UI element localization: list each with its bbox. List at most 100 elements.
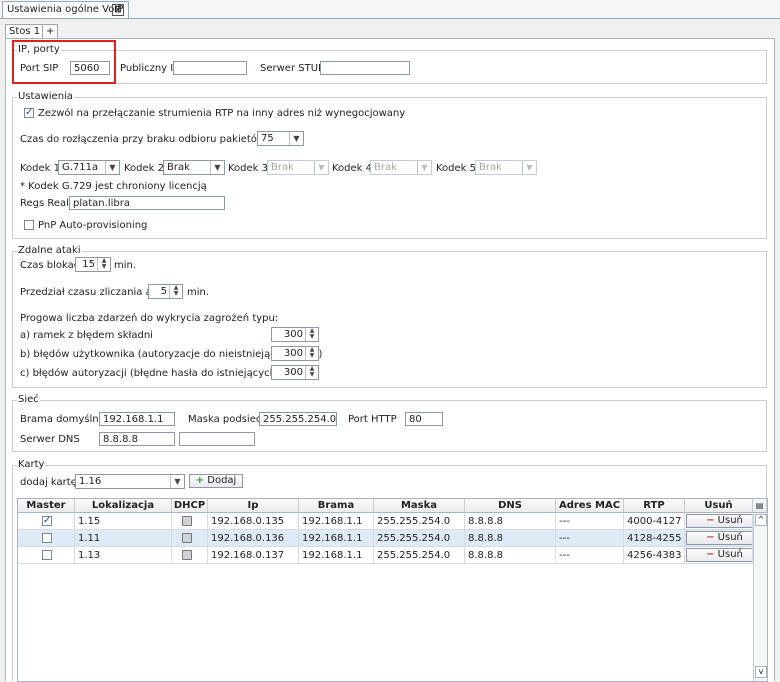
rtp-switch-checkbox[interactable]: ✓ <box>24 108 34 118</box>
stepper-arrows-icon[interactable]: ▲ ▼ <box>305 366 318 379</box>
cell-mac: --- <box>556 530 624 547</box>
dhcp-checkbox[interactable] <box>182 533 192 543</box>
pnp-checkbox[interactable] <box>24 220 34 230</box>
add-card-button-label: Dodaj <box>207 475 237 486</box>
remove-button[interactable]: − Usuń <box>686 531 752 545</box>
rtp-switch-label: Zezwól na przełączanie strumienia RTP na… <box>38 108 406 119</box>
stepper-arrows-icon[interactable]: ▲ ▼ <box>97 258 110 271</box>
remove-icon: − <box>706 549 715 560</box>
master-checkbox[interactable] <box>42 533 52 543</box>
codec1-select[interactable]: G.711a ▼ <box>58 160 120 175</box>
chevron-down-icon: ▼ <box>170 475 184 488</box>
block-value: 15 <box>82 259 95 270</box>
stepper-arrows-icon[interactable]: ▲ ▼ <box>305 347 318 360</box>
table-scrollbar[interactable]: ^ v <box>753 513 767 681</box>
block-stepper[interactable]: 15 ▲ ▼ <box>75 257 111 272</box>
scroll-down-icon[interactable]: v <box>755 666 767 678</box>
master-checkbox[interactable] <box>42 550 52 560</box>
codec3-select[interactable]: Brak ▼ <box>267 160 329 175</box>
remove-button-label: Usuń <box>717 532 743 543</box>
tab-stack-1[interactable]: Stos 1 <box>5 24 45 38</box>
disconnect-select[interactable]: 75 ▼ <box>257 131 304 146</box>
codec1-label: Kodek 1 <box>20 163 61 174</box>
cell-dns: 8.8.8.8 <box>465 547 556 564</box>
stepper-arrows-icon[interactable]: ▲ ▼ <box>169 285 182 298</box>
add-card-button[interactable]: + Dodaj <box>189 474 243 488</box>
chevron-down-icon: ▼ <box>522 161 536 174</box>
syntax-errors-value: 300 <box>283 329 303 340</box>
codec2-select[interactable]: Brak ▼ <box>163 160 225 175</box>
tab-voip-settings[interactable]: Ustawienia ogólne VoIP ⊠ <box>2 1 129 18</box>
table-row[interactable]: 1.13 192.168.0.137 192.168.1.1 255.255.2… <box>18 547 753 564</box>
http-port-input[interactable]: 80 <box>405 412 443 426</box>
table-row[interactable]: ✓ 1.15 192.168.0.135 192.168.1.1 255.255… <box>18 513 753 530</box>
col-location[interactable]: Lokalizacja <box>75 499 172 513</box>
cell-mac: --- <box>556 513 624 530</box>
codec5-select[interactable]: Brak ▼ <box>475 160 537 175</box>
chevron-down-icon: ▼ <box>105 161 119 174</box>
add-stack-tab[interactable]: + <box>42 24 59 38</box>
public-ip-input[interactable] <box>173 61 247 75</box>
user-errors-value: 300 <box>283 348 303 359</box>
syntax-errors-label: a) ramek z błędem składni <box>20 330 153 341</box>
dns-input[interactable]: 8.8.8.8 <box>99 432 175 446</box>
attacks-legend: Zdalne ataki <box>17 245 82 256</box>
cell-gateway: 192.168.1.1 <box>299 513 374 530</box>
interval-value: 5 <box>160 286 167 297</box>
col-gateway[interactable]: Brama <box>299 499 374 513</box>
remove-icon: − <box>706 515 715 526</box>
stepper-arrows-icon[interactable]: ▲ ▼ <box>305 328 318 341</box>
master-checkbox[interactable]: ✓ <box>42 516 52 526</box>
mask-label: Maska podsieci <box>188 414 265 425</box>
cell-mask: 255.255.254.0 <box>374 547 465 564</box>
dns-label: Serwer DNS <box>20 434 80 445</box>
cell-dns: 8.8.8.8 <box>465 513 556 530</box>
col-mac[interactable]: Adres MAC <box>556 499 624 513</box>
realm-input[interactable]: platan.libra <box>69 196 225 210</box>
dhcp-checkbox[interactable] <box>182 516 192 526</box>
col-mask[interactable]: Maska <box>374 499 465 513</box>
table-row[interactable]: 1.11 192.168.0.136 192.168.1.1 255.255.2… <box>18 530 753 547</box>
codec2-value: Brak <box>167 162 190 173</box>
gateway-input[interactable]: 192.168.1.1 <box>99 412 175 426</box>
interval-stepper[interactable]: 5 ▲ ▼ <box>148 284 183 299</box>
col-dns[interactable]: DNS <box>465 499 556 513</box>
codec4-label: Kodek 4 <box>332 163 373 174</box>
add-card-select[interactable]: 1.16 ▼ <box>75 474 185 489</box>
remove-button[interactable]: − Usuń <box>686 548 752 562</box>
col-remove[interactable]: Usuń <box>685 499 753 513</box>
cell-dns: 8.8.8.8 <box>465 530 556 547</box>
cell-mac: --- <box>556 547 624 564</box>
dns2-input[interactable] <box>179 432 255 446</box>
col-rtp[interactable]: RTP <box>624 499 685 513</box>
codec4-select[interactable]: Brak ▼ <box>370 160 432 175</box>
codec2-label: Kodek 2 <box>124 163 165 174</box>
tab-strip: Ustawienia ogólne VoIP ⊠ <box>0 0 780 19</box>
cards-legend: Karty <box>17 459 46 470</box>
close-icon[interactable]: ⊠ <box>112 4 124 16</box>
col-dhcp[interactable]: DHCP <box>172 499 208 513</box>
col-ip[interactable]: Ip <box>208 499 299 513</box>
column-menu-icon[interactable]: ▤ <box>753 499 767 513</box>
syntax-errors-stepper[interactable]: 300 ▲ ▼ <box>271 327 319 342</box>
settings-legend: Ustawienia <box>17 91 74 102</box>
user-errors-stepper[interactable]: 300 ▲ ▼ <box>271 346 319 361</box>
col-master[interactable]: Master <box>18 499 75 513</box>
stun-input[interactable] <box>320 61 410 75</box>
codec5-value: Brak <box>479 162 502 173</box>
highlight-box <box>12 40 116 84</box>
codec4-value: Brak <box>374 162 397 173</box>
auth-errors-stepper[interactable]: 300 ▲ ▼ <box>271 365 319 380</box>
mask-input[interactable]: 255.255.254.0 <box>259 412 337 426</box>
add-card-label: dodaj kartę: <box>20 477 81 488</box>
threshold-label: Progowa liczba zdarzeń do wykrycia zagro… <box>20 313 279 324</box>
scroll-up-icon[interactable]: ^ <box>755 514 767 526</box>
cell-rtp: 4000-4127 <box>624 513 685 530</box>
gateway-label: Brama domyślna <box>20 414 105 425</box>
dhcp-checkbox[interactable] <box>182 550 192 560</box>
chevron-down-icon: ▼ <box>417 161 431 174</box>
cell-ip: 192.168.0.135 <box>208 513 299 530</box>
network-legend: Sieć <box>17 394 40 405</box>
auth-errors-value: 300 <box>283 367 303 378</box>
remove-button[interactable]: − Usuń <box>686 514 752 528</box>
